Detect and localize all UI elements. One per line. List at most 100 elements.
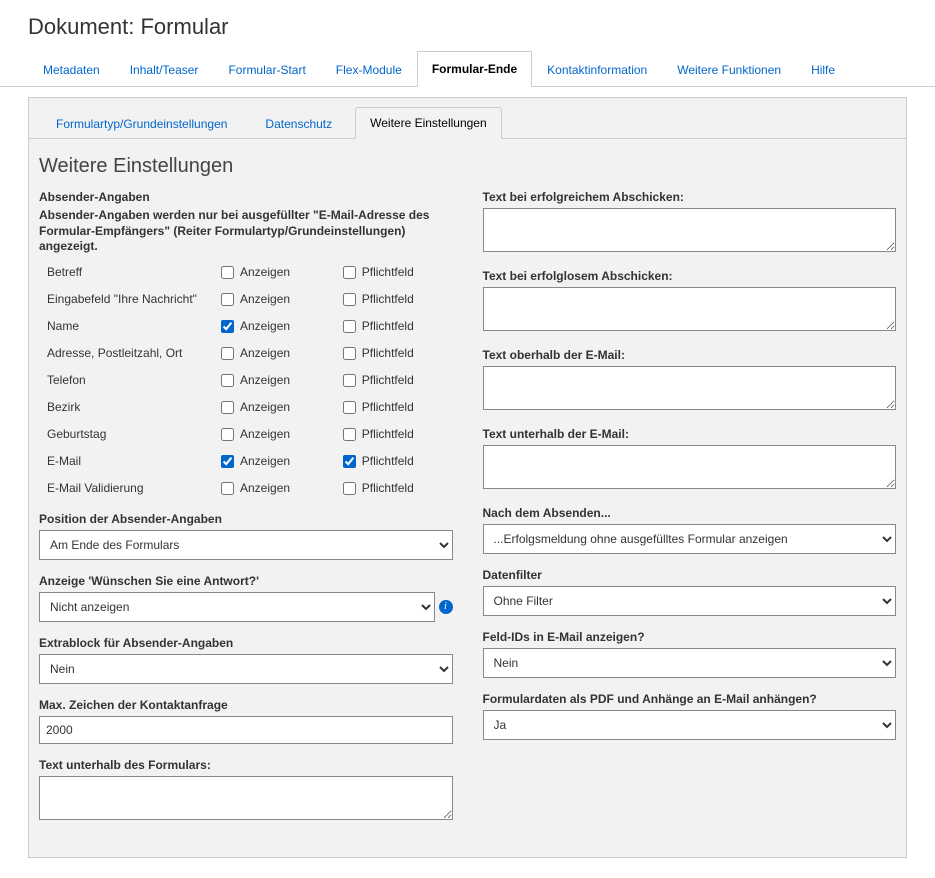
checkbox-show[interactable] xyxy=(221,266,234,279)
checkbox-required[interactable] xyxy=(343,293,356,306)
sender-required-checkbox[interactable]: Pflichtfeld xyxy=(339,290,453,309)
sub-tabs: Formulartyp/Grundeinstellungen Datenschut… xyxy=(28,97,907,139)
checkbox-show-label: Anzeigen xyxy=(240,373,290,387)
checkbox-required-label: Pflichtfeld xyxy=(362,427,414,441)
sender-row-label: Telefon xyxy=(47,373,207,387)
text-success-textarea[interactable] xyxy=(483,208,897,252)
text-below-mail-label: Text unterhalb der E-Mail: xyxy=(483,427,897,441)
info-icon: i xyxy=(439,600,453,614)
checkbox-show-label: Anzeigen xyxy=(240,346,290,360)
answer-display-label: Anzeige 'Wünschen Sie eine Antwort?' xyxy=(39,574,453,588)
text-fail-label: Text bei erfolglosem Abschicken: xyxy=(483,269,897,283)
text-above-mail-textarea[interactable] xyxy=(483,366,897,410)
answer-display-select[interactable]: Nicht anzeigen xyxy=(39,592,435,622)
sender-required-checkbox[interactable]: Pflichtfeld xyxy=(339,452,453,471)
text-below-form-label: Text unterhalb des Formulars: xyxy=(39,758,453,772)
checkbox-show[interactable] xyxy=(221,455,234,468)
text-fail-textarea[interactable] xyxy=(483,287,897,331)
sender-show-checkbox[interactable]: Anzeigen xyxy=(217,371,329,390)
checkbox-show[interactable] xyxy=(221,374,234,387)
panel-body: Weitere Einstellungen Absender-Angaben A… xyxy=(28,139,907,858)
checkbox-show-label: Anzeigen xyxy=(240,319,290,333)
sender-show-checkbox[interactable]: Anzeigen xyxy=(217,317,329,336)
text-below-mail-textarea[interactable] xyxy=(483,445,897,489)
checkbox-required-label: Pflichtfeld xyxy=(362,346,414,360)
checkbox-required[interactable] xyxy=(343,401,356,414)
section-heading: Weitere Einstellungen xyxy=(39,155,896,178)
datenfilter-select[interactable]: Ohne Filter xyxy=(483,586,897,616)
checkbox-show[interactable] xyxy=(221,293,234,306)
extrablock-label: Extrablock für Absender-Angaben xyxy=(39,636,453,650)
main-tab-formular-start[interactable]: Formular-Start xyxy=(213,52,320,87)
field-ids-label: Feld-IDs in E-Mail anzeigen? xyxy=(483,630,897,644)
sender-show-checkbox[interactable]: Anzeigen xyxy=(217,344,329,363)
sender-row-label: Eingabefeld "Ihre Nachricht" xyxy=(47,292,207,306)
sender-required-checkbox[interactable]: Pflichtfeld xyxy=(339,479,453,498)
sender-row-label: Bezirk xyxy=(47,400,207,414)
left-column: Absender-Angaben Absender-Angaben werden… xyxy=(39,190,453,837)
checkbox-required[interactable] xyxy=(343,347,356,360)
main-tab-metadaten[interactable]: Metadaten xyxy=(28,52,115,87)
checkbox-required-label: Pflichtfeld xyxy=(362,265,414,279)
field-ids-select[interactable]: Nein xyxy=(483,648,897,678)
position-select[interactable]: Am Ende des Formulars xyxy=(39,530,453,560)
checkbox-show[interactable] xyxy=(221,401,234,414)
checkbox-required[interactable] xyxy=(343,374,356,387)
pdf-attach-select[interactable]: Ja xyxy=(483,710,897,740)
main-tabs: MetadatenInhalt/TeaserFormular-StartFlex… xyxy=(0,50,935,87)
position-label: Position der Absender-Angaben xyxy=(39,512,453,526)
maxchars-input[interactable] xyxy=(39,716,453,744)
checkbox-show[interactable] xyxy=(221,347,234,360)
main-tab-flex-module[interactable]: Flex-Module xyxy=(321,52,417,87)
checkbox-required[interactable] xyxy=(343,320,356,333)
sender-row-label: E-Mail Validierung xyxy=(47,481,207,495)
checkbox-required[interactable] xyxy=(343,428,356,441)
sender-show-checkbox[interactable]: Anzeigen xyxy=(217,425,329,444)
sender-required-checkbox[interactable]: Pflichtfeld xyxy=(339,317,453,336)
maxchars-label: Max. Zeichen der Kontaktanfrage xyxy=(39,698,453,712)
sender-required-checkbox[interactable]: Pflichtfeld xyxy=(339,398,453,417)
sender-row-label: Betreff xyxy=(47,265,207,279)
sender-required-checkbox[interactable]: Pflichtfeld xyxy=(339,371,453,390)
main-tab-hilfe[interactable]: Hilfe xyxy=(796,52,850,87)
right-column: Text bei erfolgreichem Abschicken: Text … xyxy=(483,190,897,837)
checkbox-required-label: Pflichtfeld xyxy=(362,454,414,468)
main-tab-weitere-funktionen[interactable]: Weitere Funktionen xyxy=(662,52,796,87)
sender-row-label: Adresse, Postleitzahl, Ort xyxy=(47,346,207,360)
checkbox-show-label: Anzeigen xyxy=(240,427,290,441)
checkbox-show[interactable] xyxy=(221,428,234,441)
text-below-form-textarea[interactable] xyxy=(39,776,453,820)
sender-show-checkbox[interactable]: Anzeigen xyxy=(217,263,329,282)
checkbox-required[interactable] xyxy=(343,455,356,468)
text-above-mail-label: Text oberhalb der E-Mail: xyxy=(483,348,897,362)
page-title: Dokument: Formular xyxy=(0,0,935,50)
checkbox-required-label: Pflichtfeld xyxy=(362,481,414,495)
sender-grid: Betreff Anzeigen Pflichtfeld Eingabefeld "I… xyxy=(47,263,453,498)
sender-row-label: E-Mail xyxy=(47,454,207,468)
checkbox-show-label: Anzeigen xyxy=(240,400,290,414)
sender-show-checkbox[interactable]: Anzeigen xyxy=(217,398,329,417)
checkbox-required-label: Pflichtfeld xyxy=(362,373,414,387)
checkbox-required[interactable] xyxy=(343,482,356,495)
sender-show-checkbox[interactable]: Anzeigen xyxy=(217,290,329,309)
after-send-select[interactable]: ...Erfolgsmeldung ohne ausgefülltes Form… xyxy=(483,524,897,554)
extrablock-select[interactable]: Nein xyxy=(39,654,453,684)
sender-required-checkbox[interactable]: Pflichtfeld xyxy=(339,425,453,444)
checkbox-show-label: Anzeigen xyxy=(240,454,290,468)
checkbox-required[interactable] xyxy=(343,266,356,279)
checkbox-show[interactable] xyxy=(221,482,234,495)
checkbox-show-label: Anzeigen xyxy=(240,265,290,279)
sub-tab-formulartyp-grundeinstellungen[interactable]: Formulartyp/Grundeinstellungen xyxy=(41,108,242,139)
sub-tab-weitere-einstellungen[interactable]: Weitere Einstellungen xyxy=(355,107,502,139)
after-send-label: Nach dem Absenden... xyxy=(483,506,897,520)
sender-show-checkbox[interactable]: Anzeigen xyxy=(217,452,329,471)
main-tab-inhalt-teaser[interactable]: Inhalt/Teaser xyxy=(115,52,214,87)
sender-required-checkbox[interactable]: Pflichtfeld xyxy=(339,263,453,282)
sender-required-checkbox[interactable]: Pflichtfeld xyxy=(339,344,453,363)
checkbox-show[interactable] xyxy=(221,320,234,333)
sender-show-checkbox[interactable]: Anzeigen xyxy=(217,479,329,498)
main-tab-kontaktinformation[interactable]: Kontaktinformation xyxy=(532,52,662,87)
main-tab-formular-ende[interactable]: Formular-Ende xyxy=(417,51,532,87)
sub-tab-datenschutz[interactable]: Datenschutz xyxy=(250,108,347,139)
checkbox-required-label: Pflichtfeld xyxy=(362,319,414,333)
